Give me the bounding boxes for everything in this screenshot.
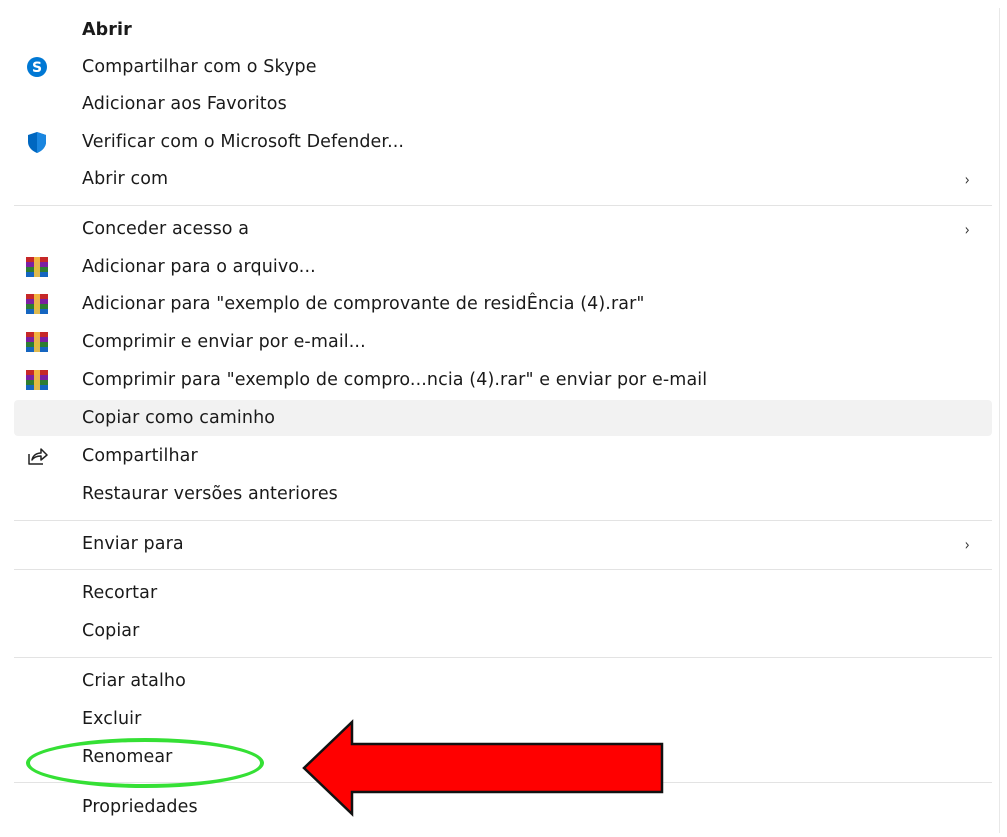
menu-item-enviar-para[interactable]: Enviar para › <box>14 526 992 562</box>
menu-item-compartilhar-skype[interactable]: S Compartilhar com o Skype <box>14 49 992 85</box>
context-menu: Abrir S Compartilhar com o Skype Adicion… <box>0 8 1000 833</box>
menu-item-label: Abrir com <box>82 169 169 189</box>
menu-item-verificar-defender[interactable]: Verificar com o Microsoft Defender... <box>14 124 992 160</box>
menu-item-compartilhar[interactable]: Compartilhar <box>14 438 992 474</box>
skype-icon: S <box>24 56 50 78</box>
svg-text:S: S <box>32 60 42 76</box>
menu-separator <box>14 520 992 521</box>
menu-item-label: Criar atalho <box>82 671 186 691</box>
chevron-right-icon: › <box>964 169 970 189</box>
menu-item-criar-atalho[interactable]: Criar atalho <box>14 663 992 699</box>
menu-item-label: Comprimir para "exemplo de compro...ncia… <box>82 370 708 390</box>
menu-item-label: Conceder acesso a <box>82 219 250 239</box>
menu-item-restaurar-versoes[interactable]: Restaurar versões anteriores <box>14 476 992 512</box>
winrar-icon <box>24 256 50 278</box>
menu-item-copiar-caminho[interactable]: Copiar como caminho <box>14 400 992 436</box>
menu-item-adicionar-favoritos[interactable]: Adicionar aos Favoritos <box>14 86 992 122</box>
menu-item-label: Excluir <box>82 709 142 729</box>
menu-separator <box>14 205 992 206</box>
red-arrow-icon <box>302 719 664 817</box>
menu-item-label: Adicionar para "exemplo de comprovante d… <box>82 294 645 314</box>
menu-item-label: Copiar <box>82 621 140 641</box>
menu-item-label: Comprimir e enviar por e-mail... <box>82 332 366 352</box>
highlight-ellipse <box>26 738 264 788</box>
share-icon <box>24 445 50 467</box>
menu-item-comprimir-email[interactable]: Comprimir e enviar por e-mail... <box>14 324 992 360</box>
winrar-icon <box>24 369 50 391</box>
menu-item-label: Recortar <box>82 583 158 603</box>
winrar-icon <box>24 331 50 353</box>
chevron-right-icon: › <box>964 534 970 554</box>
menu-separator <box>14 569 992 570</box>
menu-item-label: Abrir <box>82 20 132 40</box>
menu-item-label: Propriedades <box>82 797 198 817</box>
winrar-icon <box>24 293 50 315</box>
menu-item-label: Compartilhar com o Skype <box>82 57 317 77</box>
menu-item-label: Compartilhar <box>82 446 198 466</box>
menu-item-label: Adicionar aos Favoritos <box>82 94 287 114</box>
menu-item-comprimir-rar-email[interactable]: Comprimir para "exemplo de compro...ncia… <box>14 362 992 398</box>
defender-shield-icon <box>24 131 50 153</box>
menu-separator <box>14 657 992 658</box>
menu-item-abrir[interactable]: Abrir <box>14 12 992 48</box>
menu-item-recortar[interactable]: Recortar <box>14 575 992 611</box>
menu-item-adicionar-rar[interactable]: Adicionar para "exemplo de comprovante d… <box>14 286 992 322</box>
menu-item-adicionar-arquivo[interactable]: Adicionar para o arquivo... <box>14 249 992 285</box>
menu-item-label: Verificar com o Microsoft Defender... <box>82 132 405 152</box>
menu-item-label: Enviar para <box>82 534 184 554</box>
menu-item-label: Restaurar versões anteriores <box>82 484 338 504</box>
chevron-right-icon: › <box>964 219 970 239</box>
menu-item-copiar[interactable]: Copiar <box>14 613 992 649</box>
menu-item-label: Adicionar para o arquivo... <box>82 257 316 277</box>
menu-item-conceder-acesso[interactable]: Conceder acesso a › <box>14 211 992 247</box>
menu-item-label: Copiar como caminho <box>82 408 276 428</box>
menu-item-abrir-com[interactable]: Abrir com › <box>14 161 992 197</box>
